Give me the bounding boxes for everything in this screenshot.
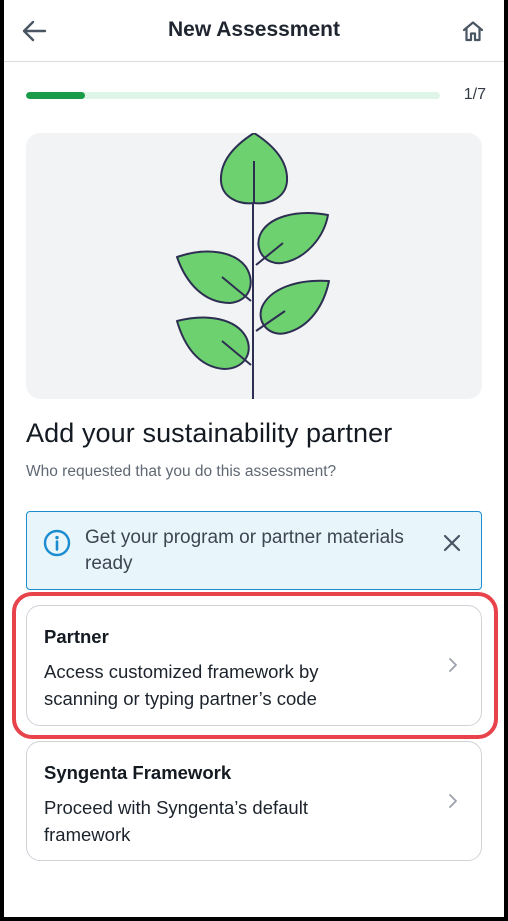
leaf-branch-illustration [176, 133, 330, 399]
progress-bar [26, 92, 440, 99]
info-banner-text: Get your program or partner materials re… [85, 527, 404, 574]
progress-bar-fill [26, 92, 86, 99]
info-icon [43, 529, 71, 557]
close-icon[interactable] [441, 532, 463, 554]
progress-step-label: 1/7 [463, 86, 486, 103]
card-description: Proceed with Syngenta’s default framewor… [44, 797, 308, 845]
info-banner: Get your program or partner materials re… [26, 511, 482, 590]
page-title: New Assessment [168, 18, 340, 41]
home-icon [462, 21, 484, 42]
syngenta-framework-option-card[interactable]: Syngenta Framework Proceed with Syngenta… [26, 741, 482, 861]
section-subheading: Who requested that you do this assessmen… [26, 463, 337, 480]
section-heading: Add your sustainability partner [26, 418, 393, 448]
highlight-frame [12, 592, 498, 739]
card-title: Syngenta Framework [44, 762, 232, 783]
top-app-bar: New Assessment [4, 0, 504, 62]
app-screen: New Assessment 1/7 Add your sustainabili… [4, 0, 504, 917]
plant-illustration [26, 133, 482, 399]
chevron-right-icon [449, 794, 457, 808]
home-button[interactable] [458, 16, 488, 46]
